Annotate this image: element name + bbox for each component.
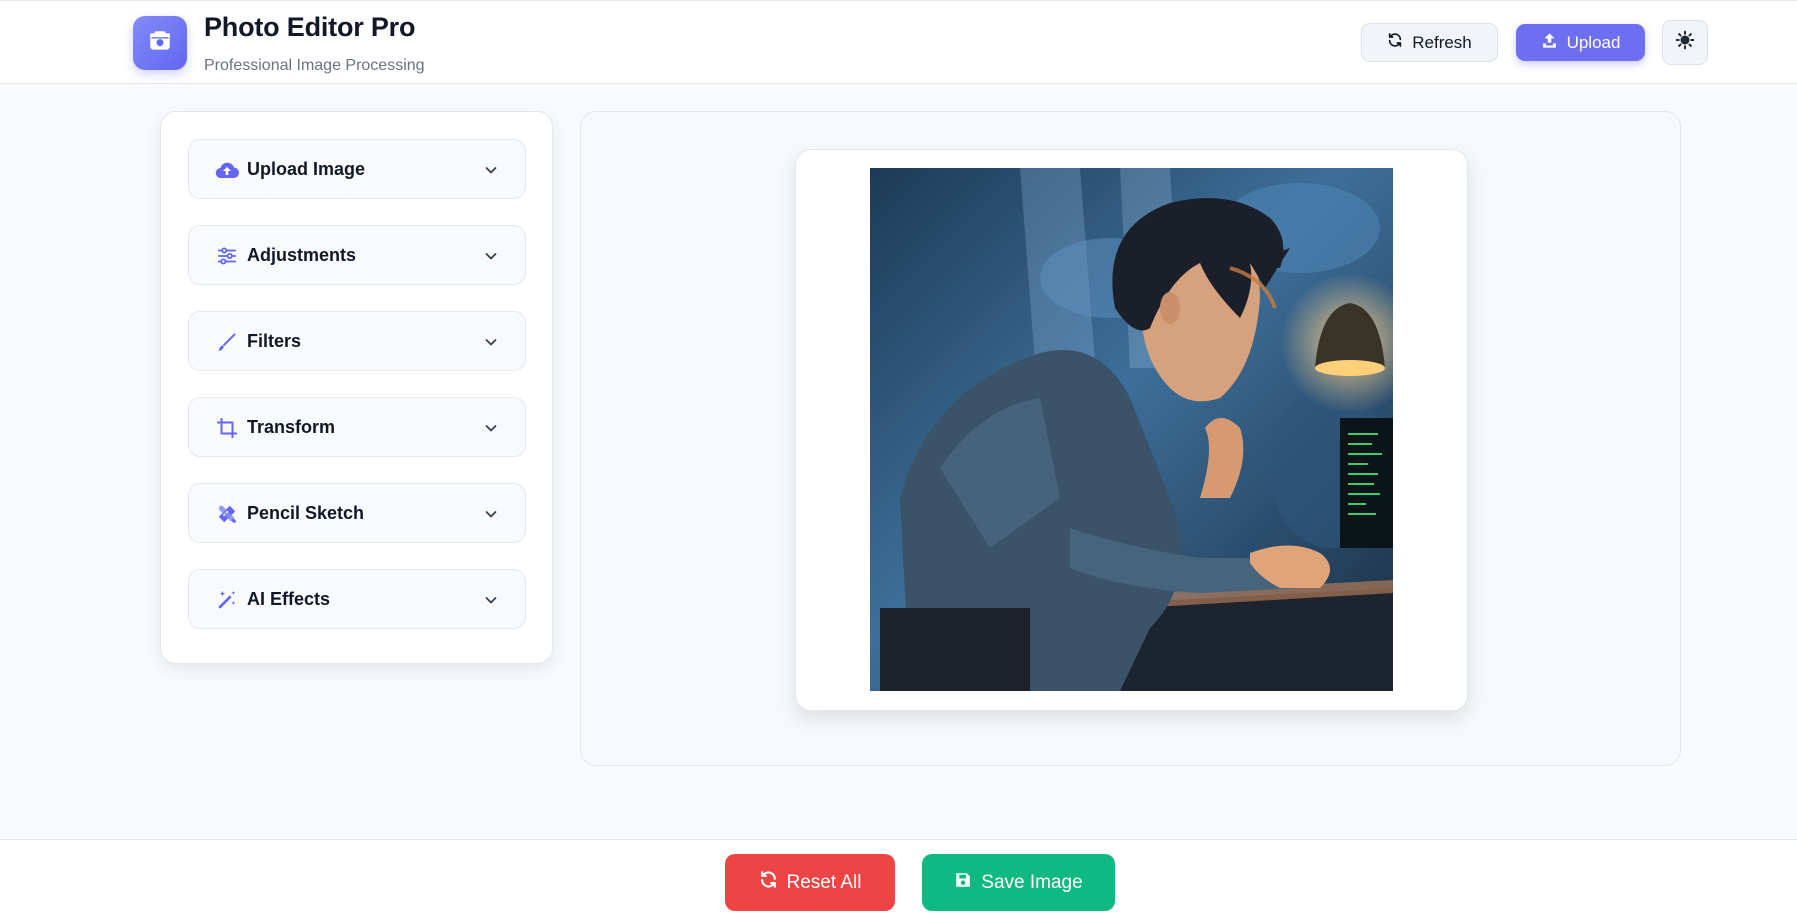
sliders-icon [215,244,239,268]
sun-icon [1675,30,1695,55]
section-label: AI Effects [247,588,331,609]
upload-button[interactable]: Upload [1516,24,1645,61]
section-label: Filters [247,330,302,351]
chevron-down-icon [483,162,499,178]
camera-icon [147,28,173,59]
cloud-upload-icon [215,158,239,182]
section-adjustments[interactable]: Adjustments [188,225,526,285]
section-label: Pencil Sketch [247,502,365,523]
refresh-icon [1387,32,1403,53]
chevron-down-icon [483,592,499,608]
refresh-icon [759,870,778,895]
section-upload-image[interactable]: Upload Image [188,139,526,199]
section-label: Adjustments [247,244,357,265]
upload-icon [1541,32,1558,54]
section-pencil-sketch[interactable]: Pencil Sketch [188,483,526,543]
reset-all-label: Reset All [786,871,862,893]
app-subtitle: Professional Image Processing [204,57,425,74]
section-ai-effects[interactable]: AI Effects [188,569,526,629]
section-label: Upload Image [247,158,366,179]
upload-label: Upload [1566,32,1621,52]
image-preview [870,168,1393,691]
canvas-area [580,111,1681,766]
chevron-down-icon [483,248,499,264]
section-filters[interactable]: Filters [188,311,526,371]
refresh-label: Refresh [1412,32,1472,52]
tools-sidebar: Upload Image Adjustments Filters Transfo… [160,111,553,664]
crop-icon [215,416,239,440]
chevron-down-icon [483,506,499,522]
app-logo [133,16,187,70]
chevron-down-icon [483,420,499,436]
save-icon [954,871,972,895]
action-footer: Reset All Save Image [0,839,1797,921]
save-image-button[interactable]: Save Image [922,854,1115,911]
reset-all-button[interactable]: Reset All [725,854,895,911]
app-header: Photo Editor Pro Professional Image Proc… [0,0,1797,84]
app-title: Photo Editor Pro [204,12,416,42]
magic-wand-icon [215,588,239,612]
chevron-down-icon [483,334,499,350]
pencil-ruler-icon [215,502,239,526]
brush-icon [215,330,239,354]
save-image-label: Save Image [981,871,1083,893]
image-preview-frame [795,149,1468,711]
preview-image [870,168,1393,691]
section-label: Transform [247,416,336,437]
section-transform[interactable]: Transform [188,397,526,457]
refresh-button[interactable]: Refresh [1361,23,1498,62]
theme-toggle-button[interactable] [1662,20,1708,65]
